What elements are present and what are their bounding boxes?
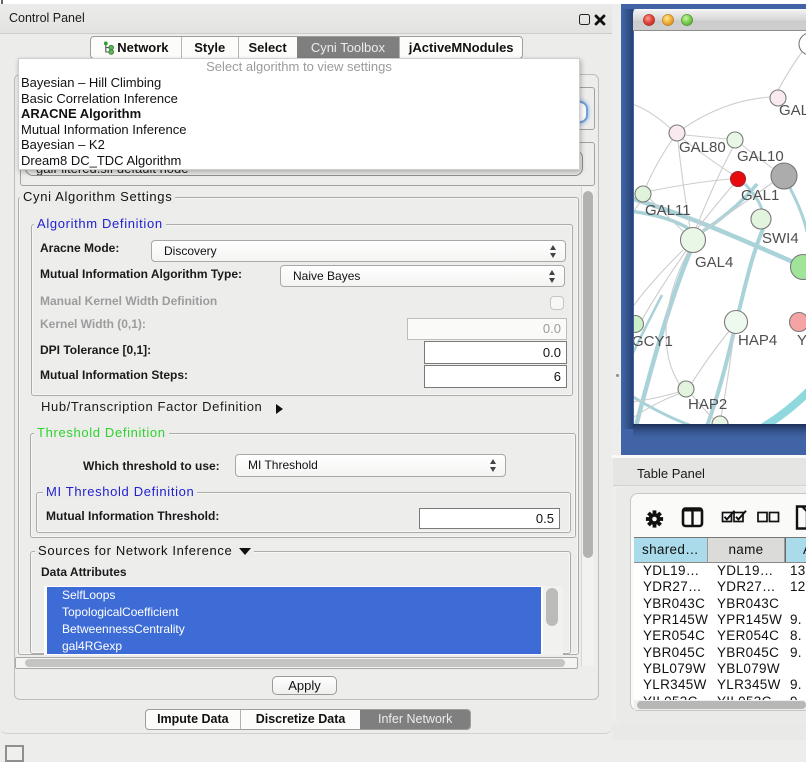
svg-text:HAP2: HAP2: [688, 396, 727, 413]
svg-text:SWI4: SWI4: [762, 230, 799, 247]
svg-text:GCY1: GCY1: [632, 333, 673, 350]
svg-text:GAL4: GAL4: [695, 254, 733, 271]
svg-text:Y: Y: [797, 332, 806, 349]
svg-text:HAP4: HAP4: [738, 332, 777, 349]
svg-text:GAL11: GAL11: [645, 202, 691, 219]
svg-text:GAL7: GAL7: [779, 102, 806, 119]
svg-text:GAL1: GAL1: [741, 187, 779, 204]
svg-text:GAL80: GAL80: [679, 139, 726, 156]
svg-text:GAL10: GAL10: [737, 148, 784, 165]
